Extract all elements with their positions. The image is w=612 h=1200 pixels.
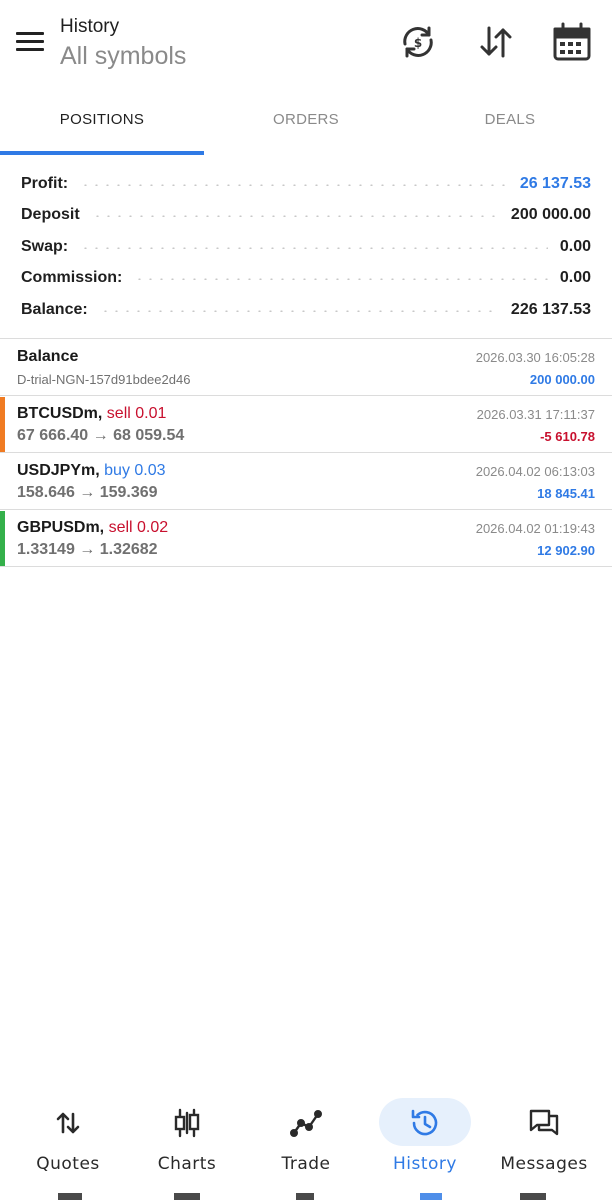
- position-marker: [0, 511, 5, 566]
- deal-amount: 200 000.00: [529, 372, 595, 387]
- position-marker: [0, 397, 5, 452]
- deal-prices: 1.33149 → 1.32682: [17, 541, 158, 558]
- calendar-icon[interactable]: [550, 20, 594, 64]
- nav-messages[interactable]: Messages: [489, 1098, 599, 1188]
- trade-icon: [290, 1110, 322, 1138]
- sync-icon[interactable]: $: [396, 20, 440, 64]
- summary-label: Deposit: [21, 206, 80, 224]
- deal-amount: 12 902.90: [537, 543, 595, 558]
- deal-symbol-line: GBPUSDm, sell 0.02: [17, 519, 168, 537]
- summary-label: Balance:: [21, 300, 88, 318]
- nav-history[interactable]: History: [370, 1098, 480, 1188]
- deal-prices: 158.646 → 159.369: [17, 484, 158, 501]
- sort-icon[interactable]: [474, 20, 518, 64]
- summary-balance: Balance: 226 137.53: [0, 294, 612, 326]
- nav-charts[interactable]: Charts: [132, 1098, 242, 1188]
- deal-symbol-line: BTCUSDm, sell 0.01: [17, 405, 166, 423]
- svg-text:$: $: [414, 36, 422, 50]
- tab-positions[interactable]: POSITIONS: [0, 96, 204, 154]
- summary-panel: Profit: 26 137.53 Deposit 200 000.00 Swa…: [0, 168, 612, 326]
- summary-label: Swap:: [21, 237, 69, 255]
- history-icon: [411, 1109, 438, 1136]
- deal-symbol: Balance: [17, 348, 79, 365]
- dot-leader: [91, 215, 499, 218]
- dot-leader: [99, 309, 499, 312]
- summary-value: 226 137.53: [510, 300, 591, 318]
- deal-prices: 67 666.40 → 68 059.54: [17, 427, 185, 444]
- deal-side: sell 0.02: [108, 519, 169, 536]
- deal-symbol: GBPUSDm,: [17, 519, 105, 536]
- summary-profit: Profit: 26 137.53: [0, 168, 612, 200]
- deal-amount: -5 610.78: [540, 429, 595, 444]
- list-item[interactable]: Balance D-trial-NGN-157d91bdee2d46 2026.…: [0, 339, 612, 396]
- charts-icon: [174, 1108, 200, 1138]
- tab-deals[interactable]: DEALS: [408, 96, 612, 154]
- deal-time: 2026.04.02 01:19:43: [475, 521, 595, 536]
- menu-icon[interactable]: [10, 22, 50, 62]
- tab-orders[interactable]: ORDERS: [204, 96, 408, 154]
- nav-label: Quotes: [36, 1154, 100, 1174]
- messages-icon: [529, 1109, 559, 1136]
- history-tabs: POSITIONS ORDERS DEALS: [0, 96, 612, 154]
- nav-trade[interactable]: Trade: [251, 1098, 361, 1188]
- summary-value: 200 000.00: [510, 206, 591, 224]
- summary-value: 0.00: [559, 269, 591, 287]
- dot-leader: [80, 183, 508, 186]
- deal-symbol: BTCUSDm,: [17, 405, 103, 422]
- nav-label: Trade: [281, 1154, 331, 1174]
- deal-side: sell 0.01: [106, 405, 167, 422]
- deal-comment: D-trial-NGN-157d91bdee2d46: [17, 372, 191, 387]
- page-title: History: [60, 16, 120, 37]
- summary-commission: Commission: 0.00: [0, 263, 612, 295]
- summary-swap: Swap: 0.00: [0, 231, 612, 263]
- summary-label: Profit:: [21, 174, 69, 192]
- nav-label: History: [393, 1154, 457, 1174]
- history-screen: History All symbols $ POSITIONS ORDERS D…: [0, 0, 612, 1200]
- summary-value: 26 137.53: [519, 174, 591, 192]
- quotes-icon: [56, 1112, 80, 1134]
- next-page-preview: [0, 1190, 612, 1200]
- nav-quotes[interactable]: Quotes: [13, 1098, 123, 1188]
- nav-label: Charts: [157, 1154, 217, 1174]
- list-item[interactable]: BTCUSDm, sell 0.01 67 666.40 → 68 059.54…: [0, 396, 612, 453]
- deal-time: 2026.04.02 06:13:03: [475, 464, 595, 479]
- deal-time: 2026.03.31 17:11:37: [476, 407, 595, 422]
- deal-time: 2026.03.30 16:05:28: [475, 350, 595, 365]
- active-tab-indicator: [0, 151, 204, 155]
- bottom-navigation: Quotes Charts Trade History Messages: [0, 1090, 612, 1200]
- deal-side: buy 0.03: [104, 462, 166, 479]
- dot-leader: [134, 278, 548, 281]
- summary-value: 0.00: [559, 237, 591, 255]
- summary-label: Commission:: [21, 269, 123, 287]
- summary-deposit: Deposit 200 000.00: [0, 200, 612, 232]
- dot-leader: [80, 246, 548, 249]
- list-item[interactable]: USDJPYm, buy 0.03 158.646 → 159.369 2026…: [0, 453, 612, 510]
- app-header: History All symbols $: [0, 0, 612, 90]
- deal-symbol-line: USDJPYm, buy 0.03: [17, 462, 166, 480]
- symbol-filter[interactable]: All symbols: [60, 42, 186, 71]
- deal-symbol: USDJPYm,: [17, 462, 100, 479]
- list-item[interactable]: GBPUSDm, sell 0.02 1.33149 → 1.32682 202…: [0, 510, 612, 567]
- deal-amount: 18 845.41: [537, 486, 595, 501]
- nav-label: Messages: [500, 1154, 588, 1174]
- positions-list: Balance D-trial-NGN-157d91bdee2d46 2026.…: [0, 339, 612, 567]
